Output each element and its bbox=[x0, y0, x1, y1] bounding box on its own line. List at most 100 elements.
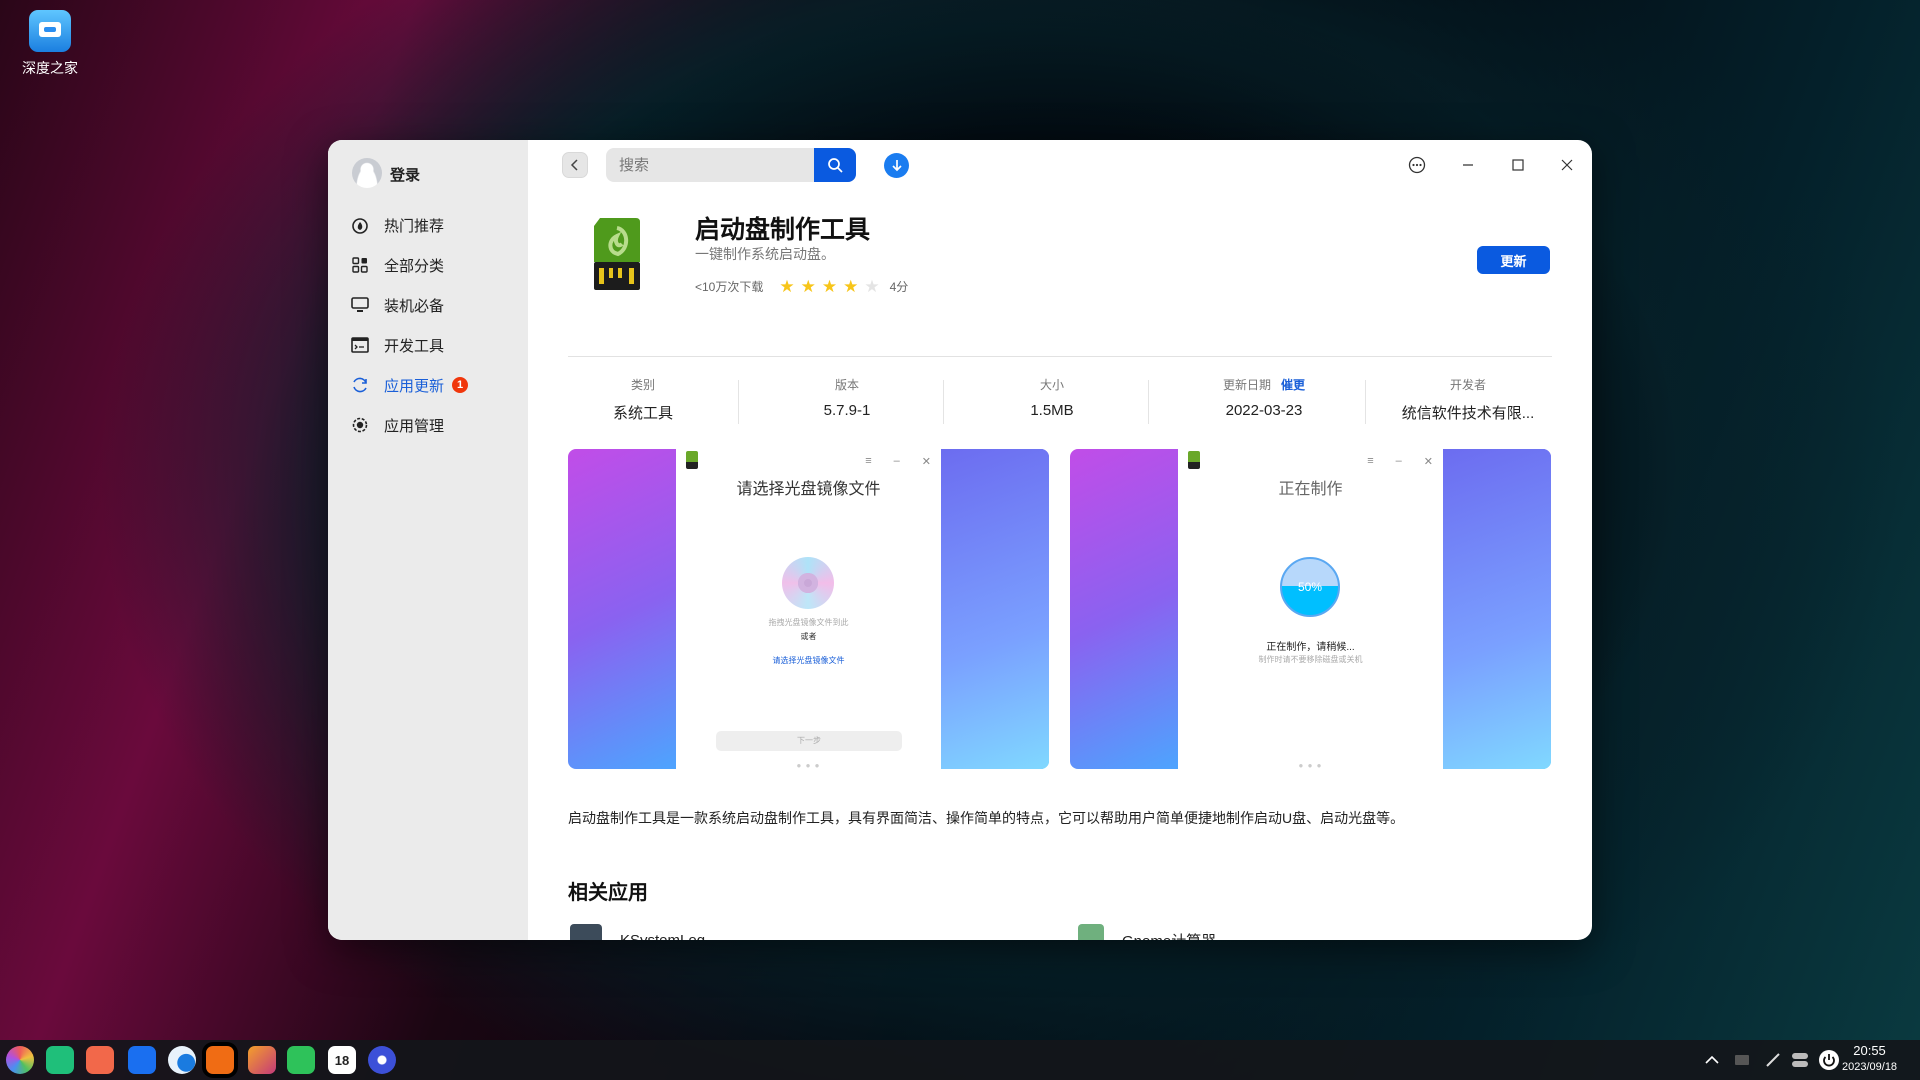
info-label: 类别 bbox=[630, 378, 655, 392]
sidebar-item-hot[interactable]: 热门推荐 bbox=[350, 212, 444, 238]
separator bbox=[738, 380, 739, 424]
menu-button[interactable] bbox=[1404, 152, 1430, 178]
search-input[interactable] bbox=[606, 148, 814, 182]
music-icon[interactable] bbox=[287, 1046, 315, 1074]
monitor-icon bbox=[350, 295, 370, 315]
desktop-icon-label: 深度之家 bbox=[22, 60, 78, 76]
maximize-button[interactable] bbox=[1505, 152, 1531, 178]
screenshot-titlebar: ≡ – ✕ bbox=[676, 449, 941, 473]
info-size: 大小 1.5MB bbox=[950, 376, 1154, 419]
status-text: 正在制作，请稍候... bbox=[1266, 642, 1355, 653]
calculator-icon bbox=[1078, 924, 1104, 940]
chevron-left-icon bbox=[570, 159, 578, 171]
tray-expand-icon[interactable] bbox=[1704, 1040, 1720, 1080]
workspace-icon[interactable] bbox=[86, 1046, 114, 1074]
app-store-window: 登录 热门推荐 全部分类 装机必备 开发工具 应用更新 1 应用管理 启动盘制作工… bbox=[328, 140, 1592, 940]
info-value: 5.7.9-1 bbox=[823, 402, 871, 419]
screenshot-titlebar: ≡ – ✕ bbox=[1178, 449, 1443, 473]
info-value[interactable]: 统信软件技术有限... bbox=[1366, 402, 1570, 423]
sidebar: 登录 热门推荐 全部分类 装机必备 开发工具 应用更新 1 应用管理 bbox=[328, 140, 528, 940]
terminal-icon bbox=[350, 335, 370, 355]
page-dots: ● ● ● bbox=[1298, 761, 1323, 769]
settings-icon[interactable] bbox=[368, 1046, 396, 1074]
info-label-text: 更新日期 bbox=[1222, 378, 1271, 392]
refresh-icon bbox=[350, 375, 370, 395]
drag-hint: 拖拽光盘镜像文件到此 bbox=[768, 618, 849, 627]
desktop-icon-deepin-home[interactable]: 深度之家 bbox=[22, 10, 78, 78]
file-manager-icon[interactable] bbox=[128, 1046, 156, 1074]
app-tagline: 一键制作系统启动盘。 bbox=[695, 246, 835, 262]
screenshot-window: ≡ – ✕ 正在制作 50% 正在制作，请稍候... 制作时请不要移除磁盘或关机 ●… bbox=[1178, 449, 1443, 769]
wallpaper-strip bbox=[1441, 449, 1551, 769]
back-button[interactable] bbox=[562, 152, 588, 178]
app-store-icon[interactable] bbox=[206, 1046, 234, 1074]
star-icon: ★ bbox=[864, 277, 880, 296]
info-value: 2022-03-23 bbox=[1225, 402, 1303, 419]
info-label: 版本 bbox=[834, 378, 859, 392]
screenshot-window: ≡ – ✕ 请选择光盘镜像文件 拖拽光盘镜像文件到此 或者 请选择光盘镜像文件 下一… bbox=[676, 449, 941, 769]
search-button[interactable] bbox=[814, 148, 856, 182]
sidebar-item-essentials[interactable]: 装机必备 bbox=[350, 292, 444, 318]
update-count-badge: 1 bbox=[452, 377, 469, 393]
maximize-icon bbox=[1512, 159, 1524, 171]
request-update-link[interactable]: 催更 bbox=[1281, 378, 1305, 392]
menu-icon: ≡ bbox=[865, 455, 872, 467]
star-icon: ★ bbox=[779, 277, 795, 296]
control-center-icon[interactable] bbox=[1792, 1040, 1808, 1080]
multitask-view-icon[interactable] bbox=[46, 1046, 74, 1074]
calendar-icon[interactable]: 18 bbox=[328, 1046, 356, 1074]
app-meta: <10万次下载 ★ ★ ★ ★ ★ 4分 bbox=[695, 278, 908, 295]
rating-label: 4分 bbox=[889, 280, 909, 294]
info-category: 类别 系统工具 bbox=[541, 376, 745, 423]
info-value: 系统工具 bbox=[612, 405, 673, 422]
divider bbox=[568, 356, 1552, 357]
sidebar-item-manage[interactable]: 应用管理 bbox=[350, 412, 444, 438]
screenshot-heading: 正在制作 bbox=[1278, 481, 1343, 498]
separator bbox=[1148, 380, 1149, 424]
related-app-item[interactable]: KSystemLog bbox=[570, 924, 705, 940]
sidebar-item-label: 应用更新 bbox=[384, 377, 445, 395]
power-icon[interactable] bbox=[1818, 1040, 1840, 1080]
progress-circle: 50% bbox=[1280, 557, 1340, 617]
screenshot-2[interactable]: ≡ – ✕ 正在制作 50% 正在制作，请稍候... 制作时请不要移除磁盘或关机 ●… bbox=[1070, 449, 1551, 769]
related-app-item[interactable]: Gnome计算器 bbox=[1078, 924, 1216, 940]
pen-icon[interactable] bbox=[1766, 1040, 1780, 1080]
update-button[interactable]: 更新 bbox=[1477, 246, 1550, 274]
or-text: 或者 bbox=[800, 632, 817, 641]
disc-icon bbox=[782, 557, 834, 609]
clock-date: 2023/09/18 bbox=[1842, 1061, 1898, 1073]
sidebar-item-label: 热门推荐 bbox=[384, 217, 445, 235]
info-version: 版本 5.7.9-1 bbox=[745, 376, 949, 419]
sidebar-item-updates[interactable]: 应用更新 1 bbox=[350, 372, 469, 398]
sidebar-item-devtools[interactable]: 开发工具 bbox=[350, 332, 444, 358]
browser-icon[interactable] bbox=[168, 1046, 196, 1074]
sidebar-item-categories[interactable]: 全部分类 bbox=[350, 252, 444, 278]
app-description: 启动盘制作工具是一款系统启动盘制作工具，具有界面简洁、操作简单的特点，它可以帮助… bbox=[568, 810, 1405, 826]
avatar[interactable] bbox=[352, 158, 382, 188]
screenshot-1[interactable]: ≡ – ✕ 请选择光盘镜像文件 拖拽光盘镜像文件到此 或者 请选择光盘镜像文件 下一… bbox=[568, 449, 1049, 769]
select-file-link: 请选择光盘镜像文件 bbox=[772, 656, 845, 665]
minimize-icon: – bbox=[1395, 455, 1402, 467]
gear-icon bbox=[350, 415, 370, 435]
menu-icon: ≡ bbox=[1367, 455, 1374, 467]
info-update-date: 更新日期 催更 2022-03-23 bbox=[1162, 376, 1366, 419]
close-icon: ✕ bbox=[921, 455, 931, 468]
ksystemlog-icon bbox=[570, 924, 602, 940]
download-count: <10万次下载 bbox=[695, 280, 764, 294]
launcher-icon[interactable] bbox=[6, 1046, 34, 1074]
keyboard-icon[interactable] bbox=[1735, 1040, 1749, 1080]
chat-bubble-icon bbox=[29, 10, 71, 52]
download-manager-button[interactable] bbox=[884, 153, 909, 178]
sidebar-item-label: 全部分类 bbox=[384, 257, 445, 275]
minimize-button[interactable] bbox=[1455, 152, 1481, 178]
search-icon bbox=[828, 158, 843, 173]
image-viewer-icon[interactable] bbox=[248, 1046, 276, 1074]
clock[interactable]: 20:55 2023/09/18 bbox=[1842, 1043, 1897, 1075]
minimize-icon bbox=[1463, 164, 1473, 166]
close-button[interactable] bbox=[1554, 152, 1580, 178]
star-icon: ★ bbox=[843, 277, 859, 296]
star-icon: ★ bbox=[821, 277, 838, 296]
grid-icon bbox=[350, 255, 370, 275]
login-link[interactable]: 登录 bbox=[390, 164, 420, 185]
separator bbox=[943, 380, 944, 424]
